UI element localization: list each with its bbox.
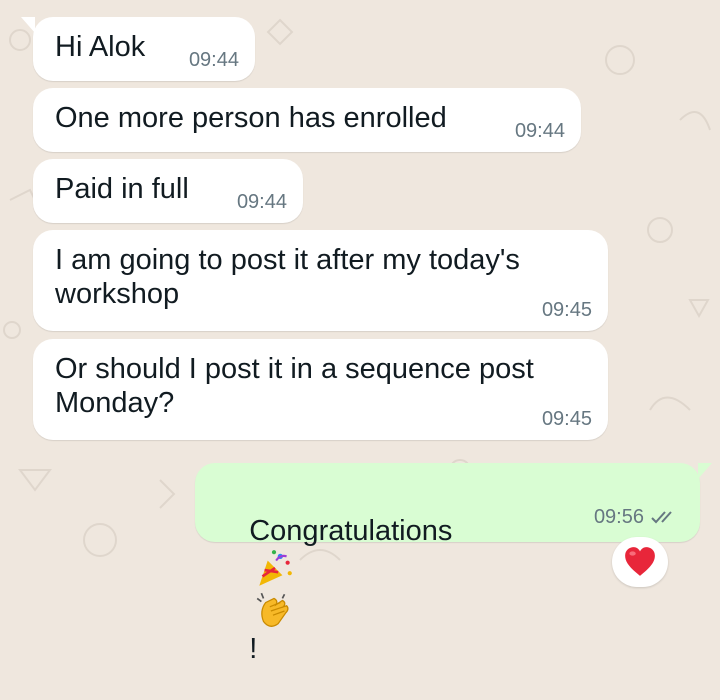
message-timestamp: 09:56 (593, 506, 644, 528)
message-text: Or should I post it in a sequence post M… (55, 353, 534, 419)
message-text-suffix: ! (249, 633, 258, 665)
message-bubble-incoming[interactable]: Paid in full 09:44 (33, 159, 303, 223)
message-text-main: Congratulations (249, 515, 453, 547)
message-bubble-incoming[interactable]: One more person has enrolled 09:44 (33, 88, 581, 152)
message-text: One more person has enrolled (55, 102, 447, 134)
bubble-tail (21, 17, 35, 33)
message-text: Congratulations ! (217, 480, 452, 700)
bubble-tail (698, 463, 712, 479)
read-double-check-icon (651, 511, 672, 524)
party-popper-icon (259, 550, 293, 586)
message-timestamp: 09:44 (514, 120, 565, 142)
red-heart-icon (625, 547, 655, 576)
message-text: I am going to post it after my today's w… (55, 244, 520, 310)
message-text: Paid in full (55, 173, 189, 205)
message-timestamp: 09:44 (236, 191, 287, 213)
message-bubble-outgoing[interactable]: Congratulations ! 09:56 (195, 463, 712, 665)
message-timestamp: 09:45 (541, 299, 592, 321)
message-timestamp: 09:44 (188, 49, 239, 71)
message-reaction[interactable] (612, 537, 668, 587)
message-bubble-incoming[interactable]: Or should I post it in a sequence post M… (33, 339, 608, 440)
message-text: Hi Alok (55, 31, 146, 63)
message-bubble-incoming[interactable]: Hi Alok 09:44 (21, 17, 255, 81)
clapping-hands-icon (256, 592, 289, 627)
message-timestamp: 09:45 (541, 408, 592, 430)
message-bubble-incoming[interactable]: I am going to post it after my today's w… (33, 230, 608, 331)
